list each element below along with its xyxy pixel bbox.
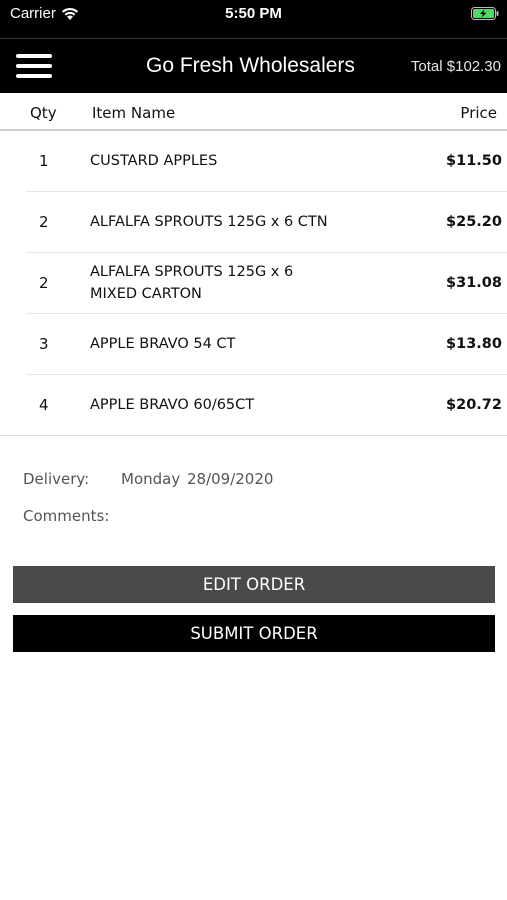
item-qty: 4 — [39, 396, 49, 414]
order-total: Total $102.30 — [410, 58, 501, 75]
table-row[interactable]: 2 ALFALFA SPROUTS 125G x 6 CTN $25.20 — [26, 192, 507, 253]
page-title: Go Fresh Wholesalers — [146, 54, 355, 77]
item-price: $25.20 — [446, 214, 502, 230]
table-row[interactable]: 1 CUSTARD APPLES $11.50 — [26, 131, 507, 192]
item-name: APPLE BRAVO 60/65CT — [90, 397, 255, 413]
edit-order-button[interactable]: EDIT ORDER — [13, 566, 495, 603]
battery-charging-icon — [471, 7, 499, 20]
column-header-price: Price — [460, 104, 497, 122]
column-header-qty: Qty — [30, 104, 57, 122]
table-header: Qty Item Name Price — [0, 93, 507, 131]
item-qty: 2 — [39, 274, 49, 292]
table-row[interactable]: 4 APPLE BRAVO 60/65CT $20.72 — [0, 375, 507, 436]
item-name: ALFALFA SPROUTS 125G x 6 MIXED CARTON — [90, 264, 294, 302]
item-name: APPLE BRAVO 54 CT — [90, 336, 236, 352]
item-price: $11.50 — [446, 153, 502, 169]
item-name: CUSTARD APPLES — [90, 153, 218, 169]
item-qty: 2 — [39, 213, 49, 231]
table-row[interactable]: 3 APPLE BRAVO 54 CT $13.80 — [26, 314, 507, 375]
submit-order-button[interactable]: SUBMIT ORDER — [13, 615, 495, 652]
item-price: $20.72 — [446, 397, 502, 413]
item-name: ALFALFA SPROUTS 125G x 6 CTN — [90, 214, 328, 230]
item-price: $31.08 — [446, 275, 502, 291]
table-row[interactable]: 2 ALFALFA SPROUTS 125G x 6 MIXED CARTON … — [26, 253, 507, 314]
comments-label: Comments: — [23, 507, 110, 525]
item-qty: 3 — [39, 335, 49, 353]
delivery-date: Monday 28/09/2020 — [121, 470, 274, 488]
item-price: $13.80 — [446, 336, 502, 352]
hamburger-menu-icon[interactable] — [16, 54, 52, 79]
status-bar: Carrier 5:50 PM — [0, 0, 507, 38]
status-time: 5:50 PM — [225, 5, 282, 22]
column-header-item-name: Item Name — [92, 104, 176, 122]
item-qty: 1 — [39, 152, 49, 170]
navigation-bar: Go Fresh Wholesalers Total $102.30 — [0, 38, 507, 93]
delivery-label: Delivery: — [23, 470, 90, 488]
order-items-list: 1 CUSTARD APPLES $11.50 2 ALFALFA SPROUT… — [0, 131, 507, 436]
